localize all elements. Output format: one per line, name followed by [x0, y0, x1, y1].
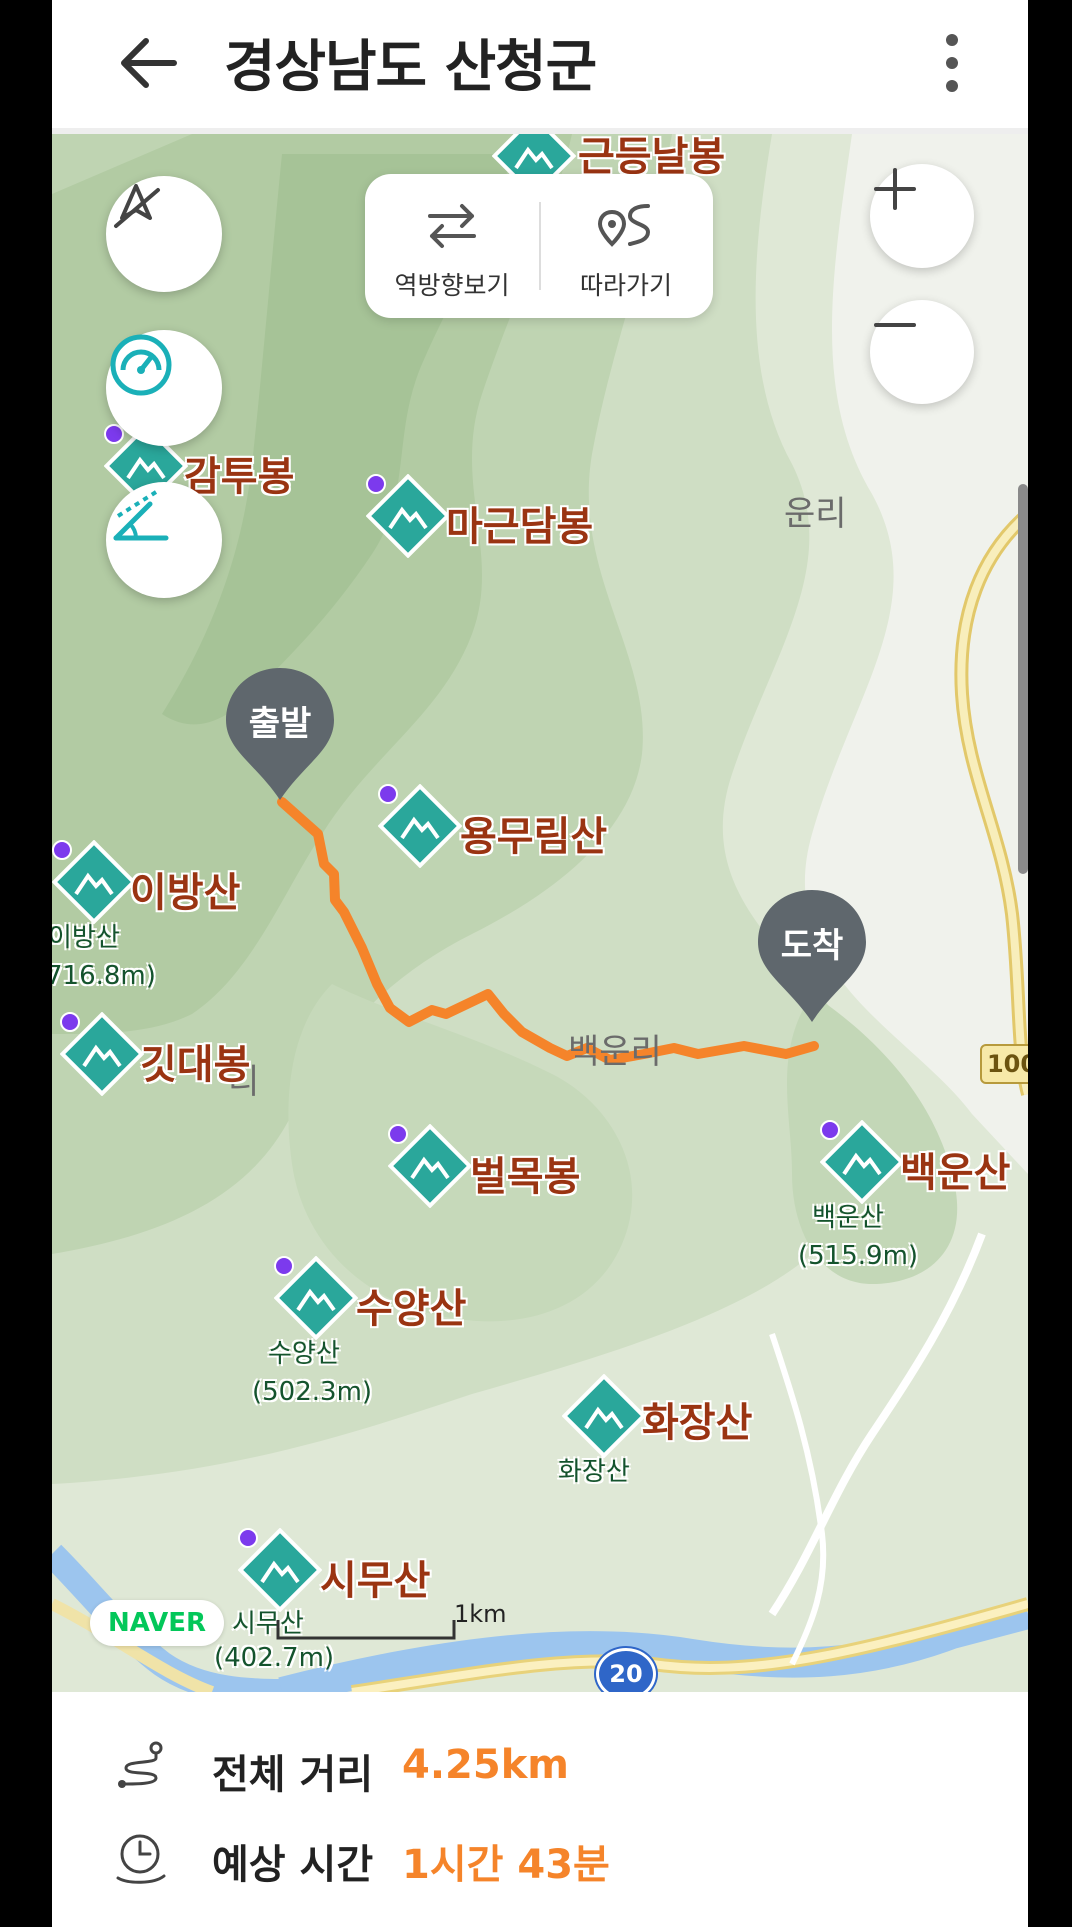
- mountain-icon: [820, 1120, 904, 1204]
- mountain-icon: [378, 784, 462, 868]
- peak-name: 벌목봉: [470, 1154, 581, 1200]
- peak-name: 화장산: [642, 1400, 753, 1446]
- follow-button[interactable]: 따라가기: [539, 174, 713, 318]
- peak-sub-name: 백운산: [812, 1203, 884, 1233]
- mountain-icon: [52, 840, 136, 924]
- route-distance-icon: [118, 1741, 163, 1788]
- mountain-icon: [238, 1528, 322, 1612]
- map-view[interactable]: 운리 백운리 리 근등날봉 감투봉 마근담봉 용무림산 이방산 이방산 716.…: [52, 134, 1028, 1692]
- reverse-view-button[interactable]: 역방향보기: [365, 174, 539, 318]
- distance-label: 전체 거리: [212, 1752, 374, 1798]
- peak-altitude: 716.8m): [52, 961, 156, 991]
- speedometer-icon: [110, 334, 172, 396]
- end-pin-label: 도착: [780, 926, 844, 966]
- start-pin-label: 출발: [248, 704, 312, 744]
- back-arrow-icon: [121, 38, 177, 88]
- scale-bar: [276, 1620, 456, 1640]
- speed-button[interactable]: [106, 330, 222, 446]
- road-number-badge: 100: [980, 1044, 1028, 1084]
- peak-name: 백운산: [900, 1150, 1011, 1196]
- compass-off-icon: [114, 184, 160, 228]
- highway-number-badge: 20: [596, 1648, 656, 1692]
- zoom-in-button[interactable]: [870, 164, 974, 268]
- place-label-unri: 운리: [784, 494, 847, 534]
- plus-icon: [874, 168, 916, 210]
- page-title: 경상남도 산청군: [224, 35, 597, 100]
- peak-name: 감투봉: [184, 454, 295, 500]
- peak-altitude: (402.7m): [214, 1643, 335, 1673]
- top-app-bar: 경상남도 산청군: [52, 0, 1028, 134]
- peak-name: 용무림산: [460, 814, 608, 860]
- peak-name: 수양산: [356, 1286, 467, 1332]
- slope-angle-icon: [113, 490, 169, 541]
- route-follow-icon: [597, 204, 651, 247]
- more-vertical-icon: [946, 34, 958, 92]
- place-label-baekunri: 백운리: [568, 1032, 662, 1072]
- map-scroll-handle[interactable]: [1018, 484, 1028, 874]
- end-pin[interactable]: 도착: [754, 886, 870, 1026]
- peak-sub-name: 화장산: [558, 1457, 630, 1487]
- compass-button[interactable]: [106, 176, 222, 292]
- route-toggle-card: 역방향보기 따라가기: [365, 174, 713, 318]
- app-screen: 경상남도 산청군 운리 백운리 리 근등날봉 감투봉 마근담봉 용무림산 이방산…: [52, 0, 1028, 1927]
- distance-value: 4.25km: [402, 1742, 569, 1788]
- reverse-view-label: 역방향보기: [394, 271, 510, 300]
- mountain-icon: [60, 1012, 144, 1096]
- peak-name: 깃대봉: [140, 1042, 251, 1088]
- scale-label: 1km: [454, 1600, 507, 1628]
- follow-label: 따라가기: [579, 271, 672, 300]
- start-pin[interactable]: 출발: [222, 664, 338, 804]
- back-button[interactable]: [112, 30, 182, 96]
- clock-route-icon: [116, 1834, 166, 1884]
- mountain-icon: [388, 1124, 472, 1208]
- peak-name: 시무산: [320, 1558, 431, 1604]
- peak-altitude: (502.3m): [252, 1377, 373, 1407]
- peak-sub-name: 이방산: [52, 923, 120, 953]
- route-summary-panel: 전체 거리 4.25km 예상 시간 1시간 43분: [52, 1692, 1028, 1927]
- peak-name: 마근담봉: [446, 504, 594, 550]
- zoom-out-button[interactable]: [870, 300, 974, 404]
- peak-sub-name: 수양산: [268, 1339, 340, 1369]
- minus-icon: [874, 323, 916, 327]
- slope-button[interactable]: [106, 482, 222, 598]
- peak-altitude: (515.9m): [798, 1241, 919, 1271]
- mountain-icon: [274, 1256, 358, 1340]
- mountain-icon: [562, 1374, 646, 1458]
- time-label: 예상 시간: [212, 1842, 374, 1888]
- naver-logo: NAVER: [90, 1600, 224, 1646]
- more-options-button[interactable]: [922, 30, 982, 96]
- peak-name: 이방산: [130, 870, 241, 916]
- mountain-icon: [366, 474, 450, 558]
- swap-arrows-icon: [428, 204, 476, 248]
- time-value: 1시간 43분: [402, 1842, 610, 1888]
